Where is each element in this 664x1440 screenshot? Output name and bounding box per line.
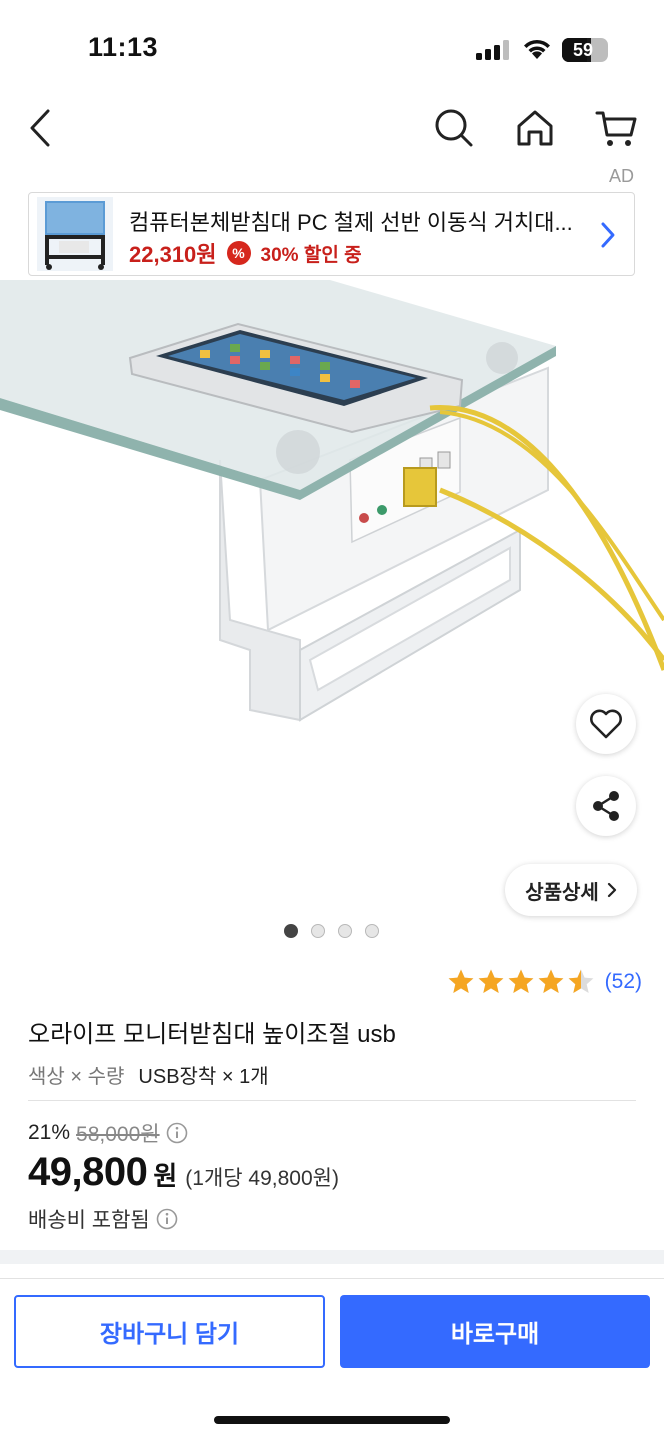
chevron-left-icon	[30, 109, 50, 147]
star-icon	[568, 969, 594, 993]
rating-count: (52)	[604, 969, 642, 993]
currency-unit: 원	[153, 1161, 178, 1191]
selected-option[interactable]: 색상 × 수량 USB장착 × 1개	[28, 1060, 269, 1089]
star-icon	[538, 969, 564, 993]
original-price: 58,000원	[76, 1123, 160, 1146]
carousel-dot[interactable]	[284, 924, 298, 938]
cellular-signal-icon	[476, 40, 509, 60]
ad-title: 컴퓨터본체받침대 PC 철제 선반 이동식 거치대...	[129, 210, 573, 235]
carousel-dot[interactable]	[365, 924, 379, 938]
carousel-dots	[284, 924, 379, 938]
option-value: USB장착 × 1개	[138, 1066, 269, 1088]
product-detail-label: 상품상세	[525, 881, 599, 904]
star-icon	[448, 969, 474, 993]
search-button[interactable]	[430, 104, 478, 152]
product-photo	[0, 280, 664, 722]
chevron-right-icon	[601, 222, 615, 248]
option-label: 색상 × 수량	[28, 1066, 125, 1088]
divider	[0, 1278, 664, 1279]
product-image-carousel[interactable]	[0, 280, 664, 950]
rating[interactable]: (52)	[447, 968, 642, 995]
ad-price-row: 22,310원 % 30% 할인 중	[129, 237, 362, 269]
status-bar: 11:13 59	[0, 0, 664, 96]
cart-button[interactable]	[592, 104, 640, 152]
product-title: 오라이프 모니터받침대 높이조절 usb	[28, 1021, 396, 1048]
info-icon[interactable]	[156, 1208, 178, 1230]
carousel-dot[interactable]	[338, 924, 352, 938]
star-icon	[508, 969, 534, 993]
buy-now-button[interactable]: 바로구매	[340, 1295, 650, 1368]
info-icon[interactable]	[166, 1122, 188, 1144]
heart-icon	[590, 709, 622, 739]
star-icon	[478, 969, 504, 993]
unit-price: (1개당 49,800원)	[185, 1167, 339, 1190]
ad-price: 22,310원	[129, 242, 217, 267]
ad-product-thumbnail	[37, 197, 113, 271]
divider	[28, 1100, 636, 1101]
product-detail-button[interactable]: 상품상세	[505, 864, 637, 916]
discount-row: 21% 58,000원	[28, 1118, 188, 1148]
ad-label: AD	[608, 166, 634, 186]
ad-banner[interactable]: 컴퓨터본체받침대 PC 철제 선반 이동식 거치대... 22,310원 % 3…	[28, 192, 635, 276]
battery-percent: 59	[572, 40, 594, 60]
home-icon	[517, 110, 553, 146]
chevron-right-icon	[607, 882, 616, 898]
status-time: 11:13	[88, 32, 159, 62]
share-icon	[593, 791, 619, 821]
back-button[interactable]	[16, 104, 64, 152]
top-nav	[0, 96, 664, 160]
search-icon	[435, 109, 473, 147]
shipping-info: 배송비 포함됨	[28, 1209, 150, 1232]
carousel-dot[interactable]	[311, 924, 325, 938]
section-separator	[0, 1250, 664, 1264]
share-button[interactable]	[576, 776, 636, 836]
discount-rate: 21%	[28, 1121, 71, 1144]
battery-indicator: 59	[562, 38, 608, 62]
price-row: 49,800 원 (1개당 49,800원)	[28, 1150, 339, 1195]
wishlist-button[interactable]	[576, 694, 636, 754]
add-to-cart-button[interactable]: 장바구니 담기	[14, 1295, 325, 1368]
discount-badge-icon: %	[226, 241, 251, 265]
sale-price: 49,800	[28, 1150, 148, 1194]
home-indicator	[214, 1416, 450, 1424]
rating-stars	[447, 968, 595, 995]
ad-discount: 30% 할인 중	[260, 244, 362, 266]
wifi-icon	[524, 39, 550, 59]
cart-icon	[595, 111, 637, 146]
home-button[interactable]	[511, 104, 559, 152]
shipping-row: 배송비 포함됨	[28, 1204, 178, 1234]
